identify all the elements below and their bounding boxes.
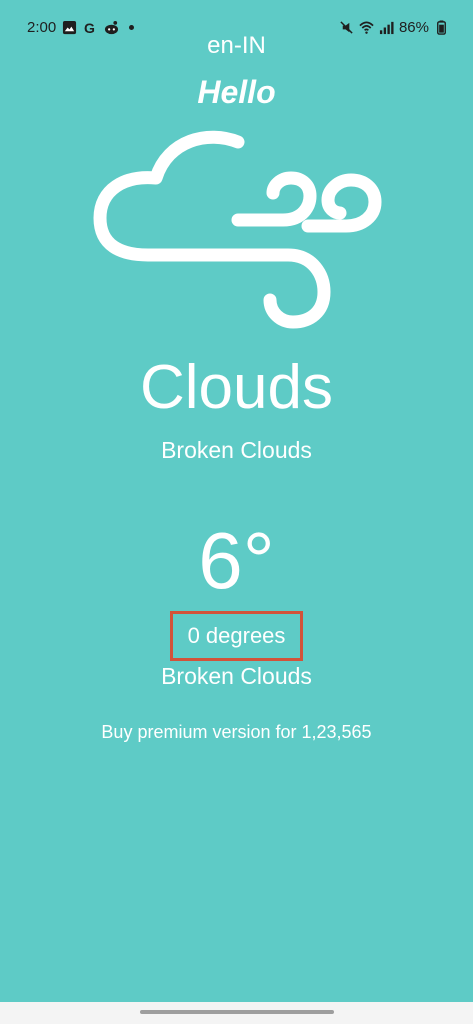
degrees-text-highlighted: 0 degrees <box>170 611 303 661</box>
navigation-bar <box>0 1002 473 1024</box>
premium-offer-text[interactable]: Buy premium version for 1,23,565 <box>0 722 473 743</box>
weather-description: Broken Clouds <box>161 437 312 463</box>
dot-icon <box>129 25 135 30</box>
weather-description-secondary: Broken Clouds <box>161 663 312 689</box>
locale-label: en-IN <box>207 32 266 59</box>
home-gesture-handle[interactable] <box>140 1010 334 1014</box>
greeting-title: Hello <box>197 74 276 110</box>
temperature-value: 6° <box>198 516 275 605</box>
weather-condition: Clouds <box>140 353 333 422</box>
cloud-wind-icon <box>93 130 382 329</box>
